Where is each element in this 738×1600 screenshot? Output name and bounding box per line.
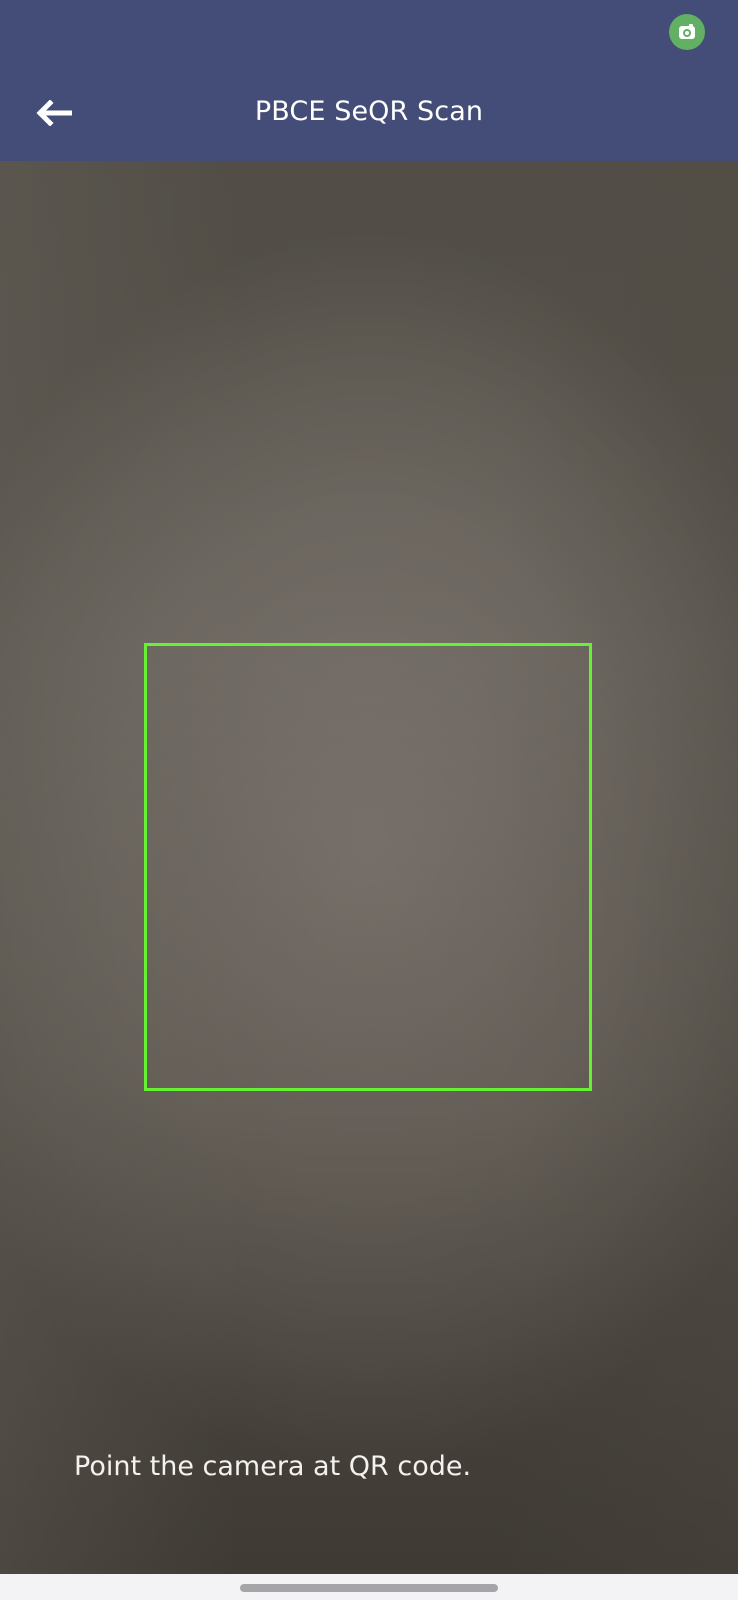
page-title: PBCE SeQR Scan <box>254 96 484 127</box>
home-indicator[interactable] <box>240 1584 498 1592</box>
app-bar: PBCE SeQR Scan <box>0 0 738 161</box>
camera-icon <box>669 14 705 50</box>
qr-scan-frame <box>144 643 592 1091</box>
scan-instruction: Point the camera at QR code. <box>74 1451 472 1482</box>
qr-scan-screen: PBCE SeQR Scan Point the camera at QR co… <box>0 0 738 1600</box>
